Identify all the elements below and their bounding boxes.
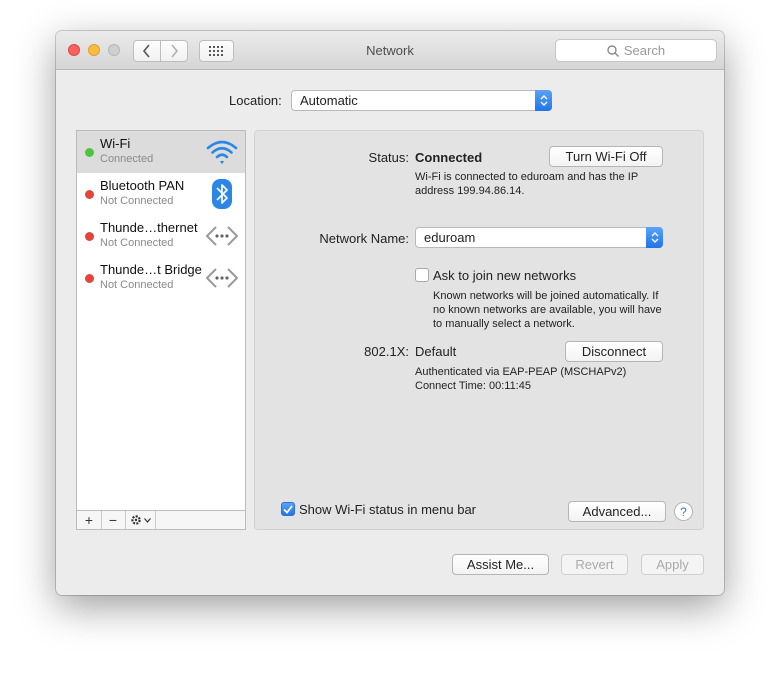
status-dot-connected: [85, 148, 94, 157]
gear-icon: [130, 515, 141, 525]
action-menu-button[interactable]: [125, 511, 156, 529]
service-list-toolbar: + −: [76, 510, 246, 530]
title-bar: Network Search: [56, 31, 724, 70]
ask-to-join-checkbox[interactable]: [415, 268, 429, 282]
service-status: Not Connected: [100, 195, 174, 207]
thunderbolt-ethernet-icon: [206, 226, 238, 246]
status-dot-disconnected: [85, 274, 94, 283]
network-preferences-window: Network Search Location: Automatic Wi-Fi…: [56, 31, 724, 595]
status-dot-disconnected: [85, 232, 94, 241]
dot1x-label: 802.1X:: [364, 344, 409, 359]
search-input[interactable]: Search: [555, 39, 717, 62]
help-button[interactable]: ?: [674, 502, 693, 521]
service-name: Bluetooth PAN: [100, 178, 185, 193]
service-item-bluetooth-pan[interactable]: Bluetooth PAN Not Connected: [77, 173, 245, 215]
location-popup[interactable]: Automatic: [291, 90, 552, 111]
authentication-description: Authenticated via EAP-PEAP (MSCHAPv2): [415, 366, 627, 378]
network-name-popup[interactable]: eduroam: [415, 227, 663, 248]
ask-to-join-description-line-3: to manually select a network.: [433, 318, 575, 330]
remove-service-button[interactable]: −: [101, 511, 126, 529]
service-status: Not Connected: [100, 279, 174, 291]
ask-to-join-description-line-2: no known networks are available, you wil…: [433, 304, 662, 316]
checkmark-icon: [283, 504, 293, 514]
wifi-icon: [206, 140, 238, 164]
status-label: Status:: [368, 150, 409, 165]
status-dot-disconnected: [85, 190, 94, 199]
service-item-thunderbolt-bridge[interactable]: Thunde…t Bridge Not Connected: [77, 257, 245, 299]
connect-time: Connect Time: 00:11:45: [415, 380, 531, 392]
service-item-wifi[interactable]: Wi-Fi Connected: [77, 131, 245, 173]
network-name-label: Network Name:: [319, 231, 409, 246]
status-value: Connected: [415, 150, 483, 165]
disconnect-button[interactable]: Disconnect: [565, 341, 663, 362]
chevron-down-icon: [143, 517, 151, 523]
thunderbolt-bridge-icon: [206, 268, 238, 288]
turn-wifi-off-button[interactable]: Turn Wi-Fi Off: [549, 146, 663, 167]
search-icon: [607, 44, 619, 57]
location-label: Location:: [229, 93, 282, 108]
service-name: Thunde…thernet: [100, 220, 198, 235]
apply-button[interactable]: Apply: [641, 554, 704, 575]
status-description-line-2: address 199.94.86.14.: [415, 185, 525, 197]
popup-arrows-icon: [535, 90, 552, 111]
ask-to-join-description-line-1: Known networks will be joined automatica…: [433, 290, 659, 302]
service-status: Not Connected: [100, 237, 174, 249]
dot1x-value: Default: [415, 344, 457, 359]
show-wifi-status-label: Show Wi-Fi status in menu bar: [299, 502, 477, 517]
revert-button[interactable]: Revert: [561, 554, 628, 575]
bluetooth-icon: [212, 179, 232, 209]
popup-arrows-icon: [646, 227, 663, 248]
detail-panel: Status: Connected Turn Wi-Fi Off Wi-Fi i…: [254, 130, 704, 530]
show-wifi-status-checkbox[interactable]: [281, 502, 295, 516]
search-placeholder: Search: [623, 43, 666, 58]
service-item-thunderbolt-ethernet[interactable]: Thunde…thernet Not Connected: [77, 215, 245, 257]
service-status: Connected: [100, 153, 154, 165]
assist-me-button[interactable]: Assist Me...: [452, 554, 549, 575]
advanced-button[interactable]: Advanced...: [568, 501, 666, 522]
add-service-button[interactable]: +: [77, 511, 102, 529]
ask-to-join-label: Ask to join new networks: [433, 268, 577, 283]
service-name: Wi-Fi: [100, 136, 131, 151]
status-description-line-1: Wi-Fi is connected to eduroam and has th…: [415, 171, 639, 183]
service-name: Thunde…t Bridge: [100, 262, 202, 277]
service-list: Wi-Fi Connected Bluetooth PAN Not Connec…: [76, 130, 246, 530]
network-name-value: eduroam: [424, 230, 476, 245]
location-value: Automatic: [300, 93, 358, 108]
